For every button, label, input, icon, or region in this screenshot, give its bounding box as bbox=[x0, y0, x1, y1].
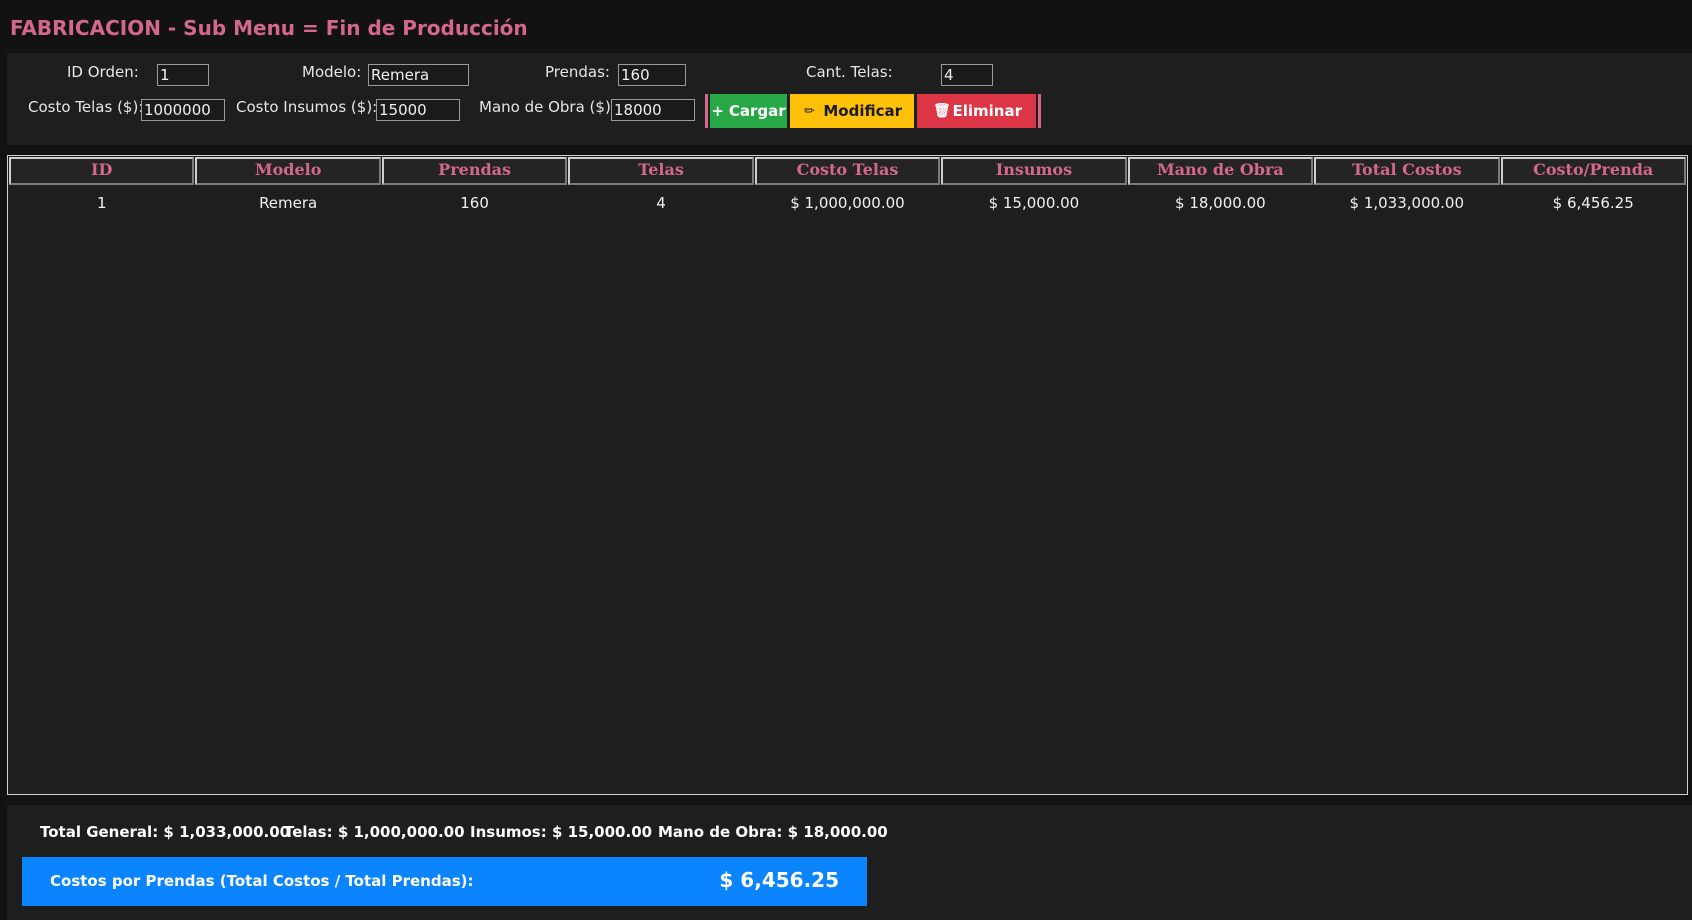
cell-modelo: Remera bbox=[259, 194, 318, 212]
column-header-modelo[interactable]: Modelo bbox=[195, 157, 381, 185]
column-header-total-costos[interactable]: Total Costos bbox=[1314, 157, 1500, 185]
column-header-id[interactable]: ID bbox=[9, 157, 195, 185]
page-title: FABRICACION - Sub Menu = Fin de Producci… bbox=[10, 16, 528, 40]
total-general: Total General: $ 1,033,000.00 bbox=[40, 823, 291, 841]
modificar-button-label: Modificar bbox=[823, 102, 902, 120]
cant-telas-label: Cant. Telas: bbox=[806, 63, 893, 81]
cell-id: 1 bbox=[96, 194, 107, 212]
modelo-input[interactable] bbox=[368, 64, 469, 86]
trash-icon: 🗑 bbox=[933, 103, 951, 119]
button-group-right-border bbox=[1038, 94, 1041, 128]
cargar-button[interactable]: + Cargar bbox=[710, 94, 787, 128]
prendas-input[interactable] bbox=[618, 64, 686, 86]
button-group-left-border bbox=[705, 94, 708, 128]
costo-insumos-input[interactable] bbox=[376, 99, 460, 121]
mano-obra-input[interactable] bbox=[611, 99, 695, 121]
cell-costo-telas: $ 1,000,000.00 bbox=[790, 194, 905, 212]
app-window: FABRICACION - Sub Menu = Fin de Producci… bbox=[0, 0, 1692, 920]
production-table[interactable]: ID Modelo Prendas Telas Costo Telas Insu… bbox=[7, 155, 1688, 795]
costo-por-prenda-value: $ 6,456.25 bbox=[719, 868, 839, 892]
costo-telas-label: Costo Telas ($): bbox=[28, 98, 144, 116]
total-telas: Telas: $ 1,000,000.00 bbox=[284, 823, 465, 841]
cell-prendas: 160 bbox=[460, 194, 489, 212]
cell-telas: 4 bbox=[656, 194, 666, 212]
eliminar-button[interactable]: 🗑 Eliminar bbox=[917, 94, 1036, 128]
cant-telas-input[interactable] bbox=[941, 64, 993, 86]
eliminar-button-label: Eliminar bbox=[952, 102, 1023, 120]
id-orden-label: ID Orden: bbox=[67, 63, 139, 81]
costo-por-prenda-banner: Costos por Prendas (Total Costos / Total… bbox=[22, 857, 867, 906]
costo-insumos-label: Costo Insumos ($): bbox=[236, 98, 378, 116]
cell-total-costos: $ 1,033,000.00 bbox=[1349, 194, 1465, 212]
column-header-telas[interactable]: Telas bbox=[568, 157, 754, 185]
modelo-label: Modelo: bbox=[302, 63, 362, 81]
cell-insumos: $ 15,000.00 bbox=[988, 194, 1080, 212]
total-mano-obra: Mano de Obra: $ 18,000.00 bbox=[658, 823, 888, 841]
costo-por-prenda-label: Costos por Prendas (Total Costos / Total… bbox=[50, 872, 474, 890]
cell-mano-obra: $ 18,000.00 bbox=[1175, 194, 1266, 212]
id-orden-input[interactable] bbox=[157, 64, 209, 86]
column-header-costo-prenda[interactable]: Costo/Prenda bbox=[1500, 157, 1686, 185]
cargar-button-label: Cargar bbox=[728, 102, 786, 120]
table-row[interactable]: 1 Remera 160 4 $ 1,000,000.00 $ 15,000.0… bbox=[9, 190, 1686, 216]
order-form-panel: ID Orden: Modelo: Prendas: Cant. Telas: … bbox=[7, 53, 1692, 145]
column-header-costo-telas[interactable]: Costo Telas bbox=[754, 157, 941, 185]
mano-obra-label: Mano de Obra ($): bbox=[479, 98, 616, 116]
column-header-prendas[interactable]: Prendas bbox=[381, 157, 568, 185]
plus-icon: + bbox=[711, 102, 724, 120]
table-header: ID Modelo Prendas Telas Costo Telas Insu… bbox=[9, 157, 1686, 185]
cell-costo-prenda: $ 6,456.25 bbox=[1552, 194, 1634, 212]
pencil-icon: ✏ bbox=[804, 103, 815, 119]
total-insumos: Insumos: $ 15,000.00 bbox=[470, 823, 653, 841]
prendas-label: Prendas: bbox=[545, 63, 610, 81]
modificar-button[interactable]: ✏ Modificar bbox=[790, 94, 914, 128]
column-header-insumos[interactable]: Insumos bbox=[941, 157, 1127, 185]
column-header-mano-obra[interactable]: Mano de Obra bbox=[1127, 157, 1314, 185]
costo-telas-input[interactable] bbox=[141, 99, 225, 121]
